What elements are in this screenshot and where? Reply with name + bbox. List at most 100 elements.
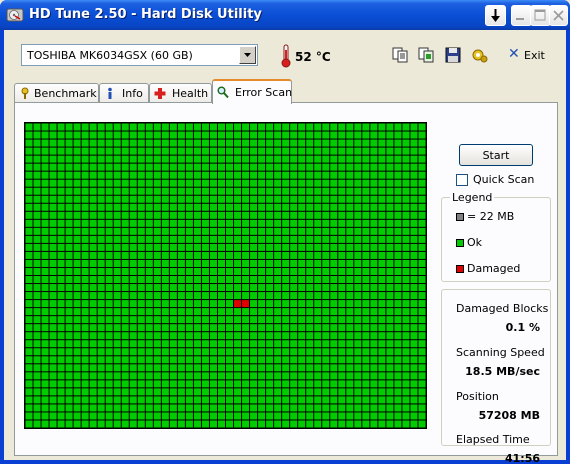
scan-block-ok — [193, 396, 201, 404]
close-button[interactable] — [549, 5, 568, 26]
scan-block-ok — [217, 259, 225, 267]
start-button[interactable]: Start — [459, 144, 533, 166]
tab-benchmark[interactable]: Benchmark — [14, 83, 99, 103]
scan-block-ok — [354, 308, 362, 316]
minimize-button[interactable] — [511, 5, 532, 26]
save-icon[interactable] — [444, 46, 462, 64]
scan-block-ok — [250, 316, 258, 324]
scan-grid — [24, 122, 427, 429]
scan-block-ok — [137, 412, 145, 420]
scan-block-ok — [25, 292, 33, 300]
scan-block-ok — [266, 404, 274, 412]
scan-block-ok — [193, 412, 201, 420]
scan-block-ok — [258, 171, 266, 179]
scan-block-ok — [105, 308, 113, 316]
scan-block-ok — [169, 364, 177, 372]
scan-block-ok — [145, 171, 153, 179]
down-arrow-button[interactable] — [485, 5, 506, 26]
scan-block-ok — [250, 219, 258, 227]
scan-block-ok — [258, 308, 266, 316]
scan-block-ok — [105, 292, 113, 300]
tab-error-scan[interactable]: Error Scan — [212, 79, 292, 104]
scan-block-ok — [386, 380, 394, 388]
scan-block-ok — [209, 420, 217, 428]
scan-block-ok — [410, 211, 418, 219]
title-bar[interactable]: HD Tune 2.50 - Hard Disk Utility — [0, 0, 570, 30]
scan-block-ok — [49, 420, 57, 428]
scan-block-ok — [97, 356, 105, 364]
scan-block-ok — [73, 420, 81, 428]
scan-block-ok — [306, 187, 314, 195]
scan-block-ok — [169, 412, 177, 420]
scan-block-ok — [49, 147, 57, 155]
options-icon[interactable] — [471, 46, 489, 64]
scan-block-ok — [282, 364, 290, 372]
scan-block-ok — [410, 412, 418, 420]
scan-block-ok — [290, 396, 298, 404]
scan-block-ok — [113, 396, 121, 404]
scan-block-ok — [33, 219, 41, 227]
scan-block-ok — [113, 131, 121, 139]
exit-button[interactable]: ✕ Exit — [505, 45, 545, 65]
scan-block-ok — [346, 300, 354, 308]
maximize-button[interactable] — [530, 5, 551, 26]
scan-block-ok — [65, 131, 73, 139]
scan-block-ok — [234, 348, 242, 356]
scan-block-ok — [25, 356, 33, 364]
scan-block-ok — [73, 332, 81, 340]
quick-scan-box[interactable] — [456, 174, 468, 186]
scan-block-ok — [217, 372, 225, 380]
tab-strip: Benchmark Info Health Error Scan — [14, 79, 554, 104]
tab-health[interactable]: Health — [149, 83, 212, 103]
scan-block-ok — [65, 147, 73, 155]
scan-block-ok — [41, 211, 49, 219]
scan-block-ok — [354, 235, 362, 243]
scan-block-ok — [185, 324, 193, 332]
scan-block-ok — [57, 332, 65, 340]
scan-block-ok — [250, 412, 258, 420]
scan-block-ok — [314, 412, 322, 420]
scan-block-ok — [394, 380, 402, 388]
scan-block-ok — [25, 187, 33, 195]
scan-block-ok — [258, 324, 266, 332]
scan-block-ok — [129, 316, 137, 324]
scan-block-ok — [169, 211, 177, 219]
scan-block-ok — [217, 267, 225, 275]
scan-block-ok — [378, 163, 386, 171]
scan-block-ok — [314, 219, 322, 227]
tab-info[interactable]: Info — [99, 83, 149, 103]
scan-block-ok — [201, 139, 209, 147]
scan-block-ok — [282, 195, 290, 203]
copy-text-icon[interactable] — [417, 46, 435, 64]
scan-block-ok — [105, 340, 113, 348]
scan-block-ok — [193, 284, 201, 292]
scan-block-ok — [242, 292, 250, 300]
scan-block-ok — [290, 195, 298, 203]
scan-block-ok — [193, 308, 201, 316]
scan-block-ok — [322, 123, 330, 131]
scan-block-ok — [137, 195, 145, 203]
scan-block-ok — [177, 203, 185, 211]
scan-block-ok — [338, 324, 346, 332]
scan-block-ok — [25, 300, 33, 308]
scan-block-ok — [266, 332, 274, 340]
copy-icon[interactable] — [391, 46, 409, 64]
scan-block-ok — [370, 404, 378, 412]
scan-block-ok — [169, 259, 177, 267]
scan-block-ok — [410, 324, 418, 332]
drive-dropdown-button[interactable] — [239, 46, 256, 64]
scan-block-ok — [201, 259, 209, 267]
scan-block-ok — [266, 356, 274, 364]
scan-block-ok — [145, 219, 153, 227]
scan-block-ok — [41, 300, 49, 308]
scan-block-ok — [394, 284, 402, 292]
scan-block-ok — [89, 364, 97, 372]
scan-block-ok — [242, 364, 250, 372]
scan-block-ok — [137, 139, 145, 147]
scan-block-ok — [145, 131, 153, 139]
scan-block-ok — [402, 195, 410, 203]
quick-scan-checkbox[interactable]: Quick Scan — [454, 172, 564, 188]
drive-select[interactable]: TOSHIBA MK6034GSX (60 GB) — [21, 44, 258, 66]
scan-block-ok — [185, 388, 193, 396]
scan-block-ok — [121, 123, 129, 131]
